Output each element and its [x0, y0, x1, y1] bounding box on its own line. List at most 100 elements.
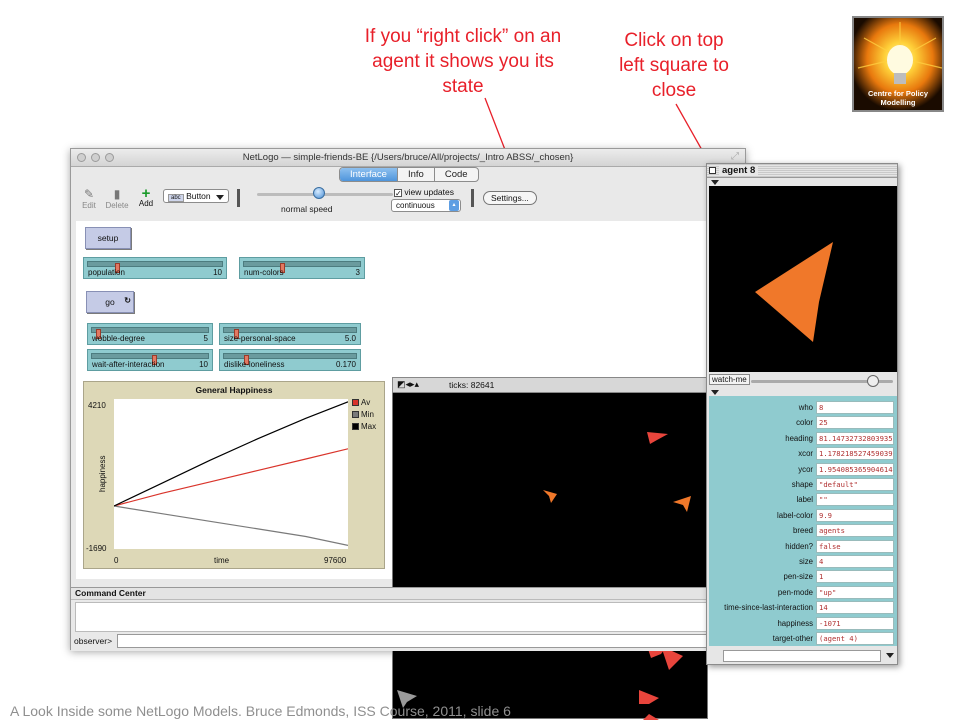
ticks-counter: ticks: 82641	[449, 380, 495, 390]
property-row-label: label ""	[709, 492, 897, 507]
world-svg	[397, 432, 691, 720]
property-value-field[interactable]: 8	[816, 401, 894, 414]
property-value-field[interactable]: 1.178218527459039	[816, 447, 894, 461]
legend-label: Av	[361, 398, 371, 407]
watch-me-button[interactable]: watch-me	[709, 374, 750, 385]
trash-icon: ▮	[113, 187, 121, 201]
agent-monitor-window: agent 8 watch-me who 8 color 25 heading 81.14…	[706, 163, 898, 665]
delete-button[interactable]: ▮ Delete	[103, 187, 131, 210]
collapse-triangle-icon[interactable]	[711, 180, 719, 185]
legend-item-min: Min	[352, 410, 374, 419]
observer-prompt[interactable]: observer>	[74, 636, 112, 646]
view-control-bar: ◩◂▸▴ ticks: 82641	[392, 377, 708, 393]
property-value-field[interactable]: "up"	[816, 585, 894, 599]
tab-info[interactable]: Info	[398, 168, 435, 181]
agent-command-input[interactable]	[723, 650, 881, 662]
command-center: Command Center observer>	[71, 587, 745, 651]
go-button[interactable]: go ↻	[86, 291, 134, 313]
window-title: NetLogo — simple-friends-BE {/Users/bruc…	[242, 152, 574, 163]
property-label: happiness	[777, 618, 813, 628]
series-line-max	[113, 401, 349, 507]
view-updates-checkbox[interactable]: ✓ view updates	[394, 187, 454, 197]
property-row-who: who 8	[709, 400, 897, 415]
property-value-field[interactable]: 1	[816, 570, 894, 584]
num-colors-slider[interactable]: num-colors 3	[239, 257, 365, 279]
wait-after-interaction-slider[interactable]: wait-after-interaction 10	[87, 349, 213, 371]
property-value-field[interactable]: 9.9	[816, 508, 894, 522]
property-value-field[interactable]: false	[816, 539, 894, 553]
stepper-icon: ▴	[449, 200, 459, 211]
x-tick-left: 0	[114, 556, 119, 565]
agent-turtle[interactable]	[643, 714, 659, 720]
update-mode-value: continuous	[396, 201, 435, 210]
slider-label: size-personal-space	[224, 334, 296, 343]
slider-value: 10	[213, 268, 222, 277]
property-value-field[interactable]: 25	[816, 416, 894, 430]
window-titlebar[interactable]: NetLogo — simple-friends-BE {/Users/bruc…	[71, 149, 745, 167]
legend-swatch	[352, 399, 359, 407]
property-row-ycor: ycor 1.954085365904614	[709, 462, 897, 477]
slider-label: population	[88, 268, 125, 277]
speed-slider-knob[interactable]	[313, 187, 325, 199]
widget-type-value: Button	[186, 191, 211, 201]
agent-turtle[interactable]	[543, 490, 557, 503]
plus-icon: +	[141, 185, 151, 202]
property-value-field[interactable]: -1071	[816, 616, 894, 630]
update-mode-select[interactable]: continuous ▴	[391, 199, 461, 212]
property-value-field[interactable]: agents	[816, 524, 894, 538]
y-axis-label: happiness	[98, 455, 107, 492]
property-row-pen-size: pen-size 1	[709, 569, 897, 584]
netlogo-window: NetLogo — simple-friends-BE {/Users/bruc…	[70, 148, 746, 720]
dislike-loneliness-slider[interactable]: dislike-loneliness 0.170	[219, 349, 361, 371]
property-label: size	[799, 557, 813, 566]
property-value-field[interactable]: 1.954085365904614	[816, 462, 894, 476]
slider-label: wait-after-interaction	[92, 360, 165, 369]
legend-swatch	[352, 411, 359, 419]
chevron-down-icon[interactable]	[886, 653, 894, 658]
legend-item-max: Max	[352, 422, 376, 431]
property-value-field[interactable]: (agent 4)	[816, 632, 894, 645]
command-input[interactable]	[117, 634, 741, 648]
slider-track	[91, 353, 209, 365]
property-row-happiness: happiness -1071	[709, 616, 897, 631]
slider-value: 0.170	[335, 360, 356, 369]
toolbar-separator	[237, 189, 240, 207]
zoom-slider-knob[interactable]	[867, 375, 879, 387]
edit-button[interactable]: ✎ Edit	[79, 187, 99, 210]
population-slider[interactable]: population 10	[83, 257, 227, 279]
property-value-field[interactable]: 81.14732732803935	[816, 431, 894, 445]
go-label: go	[105, 297, 115, 307]
legend-item-av: Av	[352, 398, 370, 407]
settings-button[interactable]: Settings...	[483, 191, 537, 205]
world-view[interactable]	[392, 377, 708, 720]
fullscreen-icon[interactable]: ⤢	[731, 151, 739, 162]
command-output[interactable]	[75, 602, 741, 632]
wobble-degree-slider[interactable]: wobble-degree 5	[87, 323, 213, 345]
widget-type-select[interactable]: abc Button	[163, 189, 229, 203]
property-value-field[interactable]: "default"	[816, 478, 894, 491]
property-label: heading	[785, 433, 813, 443]
view-updates-label: view updates	[404, 187, 454, 197]
agent-turtle[interactable]	[673, 496, 691, 512]
close-square-button[interactable]	[709, 167, 716, 174]
collapse-triangle-icon[interactable]	[711, 390, 719, 395]
view-control-icons[interactable]: ◩◂▸▴	[397, 379, 419, 390]
property-value-field[interactable]: 14	[816, 601, 894, 615]
agent-monitor-titlebar[interactable]: agent 8	[707, 164, 897, 178]
setup-button[interactable]: setup	[85, 227, 131, 249]
size-personal-space-slider[interactable]: size-personal-space 5.0	[219, 323, 361, 345]
add-button[interactable]: + Add	[135, 185, 157, 208]
property-value-field[interactable]: ""	[816, 493, 894, 507]
legend-label: Max	[361, 422, 377, 431]
speed-slider-track[interactable]	[257, 193, 393, 196]
agent-turtle[interactable]	[647, 432, 668, 444]
pencil-icon: ✎	[83, 187, 95, 201]
agent-closeup-view	[709, 186, 897, 372]
agent-turtle[interactable]	[639, 690, 659, 704]
property-value-field[interactable]: 4	[816, 555, 894, 568]
happiness-plot: General Happiness 4210 -1690 happiness 0…	[83, 381, 385, 569]
tab-interface[interactable]: Interface	[340, 168, 398, 181]
toolbar: ✎ Edit ▮ Delete + Add abc Button normal …	[71, 183, 745, 219]
tab-code[interactable]: Code	[435, 168, 478, 181]
property-label: who	[798, 403, 813, 412]
